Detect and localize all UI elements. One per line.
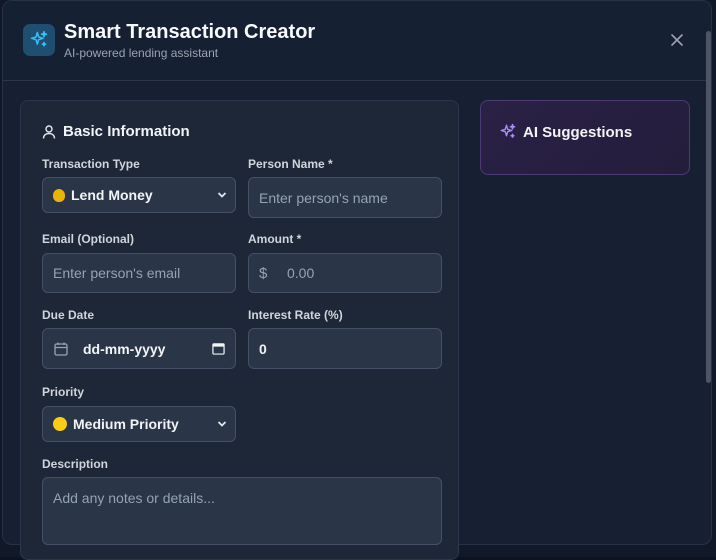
interest-rate-value: 0 [259,340,267,357]
email-placeholder: Enter person's email [53,265,181,281]
dollar-icon: $ [259,264,268,282]
sparkles-logo [23,24,55,56]
user-icon [42,124,56,139]
person-name-label: Person Name * [248,157,333,171]
modal-subtitle: AI-powered lending assistant [64,46,219,60]
email-label: Email (Optional) [42,232,135,246]
due-date-value: dd-mm-yyyy [83,340,166,357]
calendar-icon [54,342,68,356]
due-date-label: Due Date [42,308,95,322]
chevron-down-icon [217,421,227,427]
ai-suggestions-title: AI Suggestions [523,123,633,141]
email-input[interactable]: Enter person's email [42,253,236,293]
chevron-down-icon [217,192,227,198]
description-textarea[interactable]: Add any notes or details... [42,477,442,545]
calendar-picker-icon[interactable] [212,342,225,355]
modal-title: Smart Transaction Creator [64,21,316,43]
modal-scrollbar[interactable] [706,31,711,383]
priority-select[interactable]: Medium Priority [42,406,236,442]
transaction-type-label: Transaction Type [42,157,140,171]
close-icon [671,34,683,46]
person-name-placeholder: Enter person's name [259,189,388,206]
transaction-type-value-wrap: Lend Money [53,187,217,203]
ai-suggestions-heading: AI Suggestions [499,123,632,141]
person-name-input[interactable]: Enter person's name [248,177,442,218]
description-placeholder: Add any notes or details... [53,490,215,506]
yellow-circle-icon [53,417,67,431]
description-label: Description [42,457,109,471]
due-date-input[interactable]: dd-mm-yyyy [42,328,236,369]
amount-placeholder: 0.00 [287,265,315,281]
priority-label: Priority [42,385,85,399]
sparkles-icon [30,30,48,47]
ai-sparkles-icon [500,123,516,138]
amount-label: Amount * [248,232,302,246]
priority-value: Medium Priority [73,416,179,432]
transaction-type-select[interactable]: Lend Money [42,177,236,213]
close-button[interactable] [667,30,687,50]
priority-value-wrap: Medium Priority [53,416,217,432]
basic-info-title: Basic Information [63,123,190,140]
transaction-type-value: Lend Money [71,187,153,203]
basic-info-heading: Basic Information [41,123,190,140]
money-bag-icon [53,188,65,202]
amount-input[interactable]: $ 0.00 [248,253,442,293]
modal-header: Smart Transaction Creator AI-powered len… [3,1,711,81]
interest-rate-input[interactable]: 0 [248,328,442,369]
interest-rate-label: Interest Rate (%) [248,308,343,322]
